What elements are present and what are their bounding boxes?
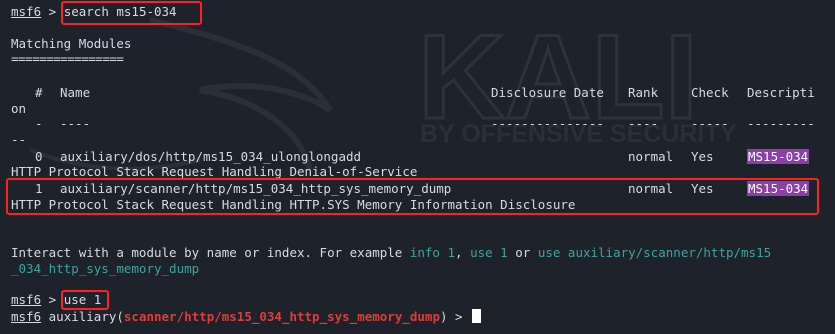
- header-name: Name: [60, 85, 91, 100]
- section-title: Matching Modules: [11, 36, 132, 51]
- interact-hint: Interact with a module by name or index.…: [11, 245, 772, 260]
- row-0-check: Yes: [691, 149, 714, 164]
- rule-date: ---------------: [491, 116, 604, 131]
- header-num: #: [35, 85, 43, 100]
- example-use-path[interactable]: use auxiliary/scanner/http/ms15: [538, 245, 771, 260]
- header-desc: Descripti: [747, 85, 815, 100]
- header-rank: Rank: [628, 85, 659, 100]
- rule-check: -----: [691, 116, 729, 131]
- row-0-index: 0: [35, 149, 43, 164]
- highlight-box-search: [61, 1, 202, 25]
- terminal-cursor: [472, 309, 482, 323]
- highlight-box-use: [61, 290, 109, 310]
- rule-desc-wrap: --: [11, 132, 27, 147]
- highlight-box-row-1: [6, 178, 819, 215]
- example-use-path-wrap[interactable]: _034_http_sys_memory_dump: [11, 261, 199, 276]
- header-desc-wrap: on: [11, 101, 27, 116]
- example-info[interactable]: info 1: [410, 245, 455, 260]
- prompt-line-3[interactable]: msf6 auxiliary(scanner/http/ms15_034_htt…: [11, 309, 482, 325]
- row-0-rank: normal: [628, 149, 674, 164]
- rule-desc: ---------: [747, 116, 815, 131]
- rule-rank: ----: [628, 116, 659, 131]
- prompt-label-2: msf6: [11, 292, 42, 307]
- active-module: scanner/http/ms15_034_http_sys_memory_du…: [123, 309, 440, 324]
- example-use[interactable]: use 1: [470, 245, 508, 260]
- prompt-label: msf6: [11, 4, 42, 19]
- prompt-label-3: msf6: [11, 309, 42, 324]
- header-check: Check: [691, 85, 729, 100]
- row-0-name[interactable]: auxiliary/dos/http/ms15_034_ulonglongadd: [60, 149, 361, 165]
- section-underline: ================: [11, 51, 124, 66]
- rule-num: -: [35, 116, 43, 131]
- row-0-desc-match: MS15-034: [747, 149, 810, 164]
- rule-name: ----: [60, 116, 91, 131]
- terminal[interactable]: msf6 > search ms15-034 Matching Modules …: [0, 0, 835, 334]
- header-date: Disclosure Date: [491, 85, 604, 100]
